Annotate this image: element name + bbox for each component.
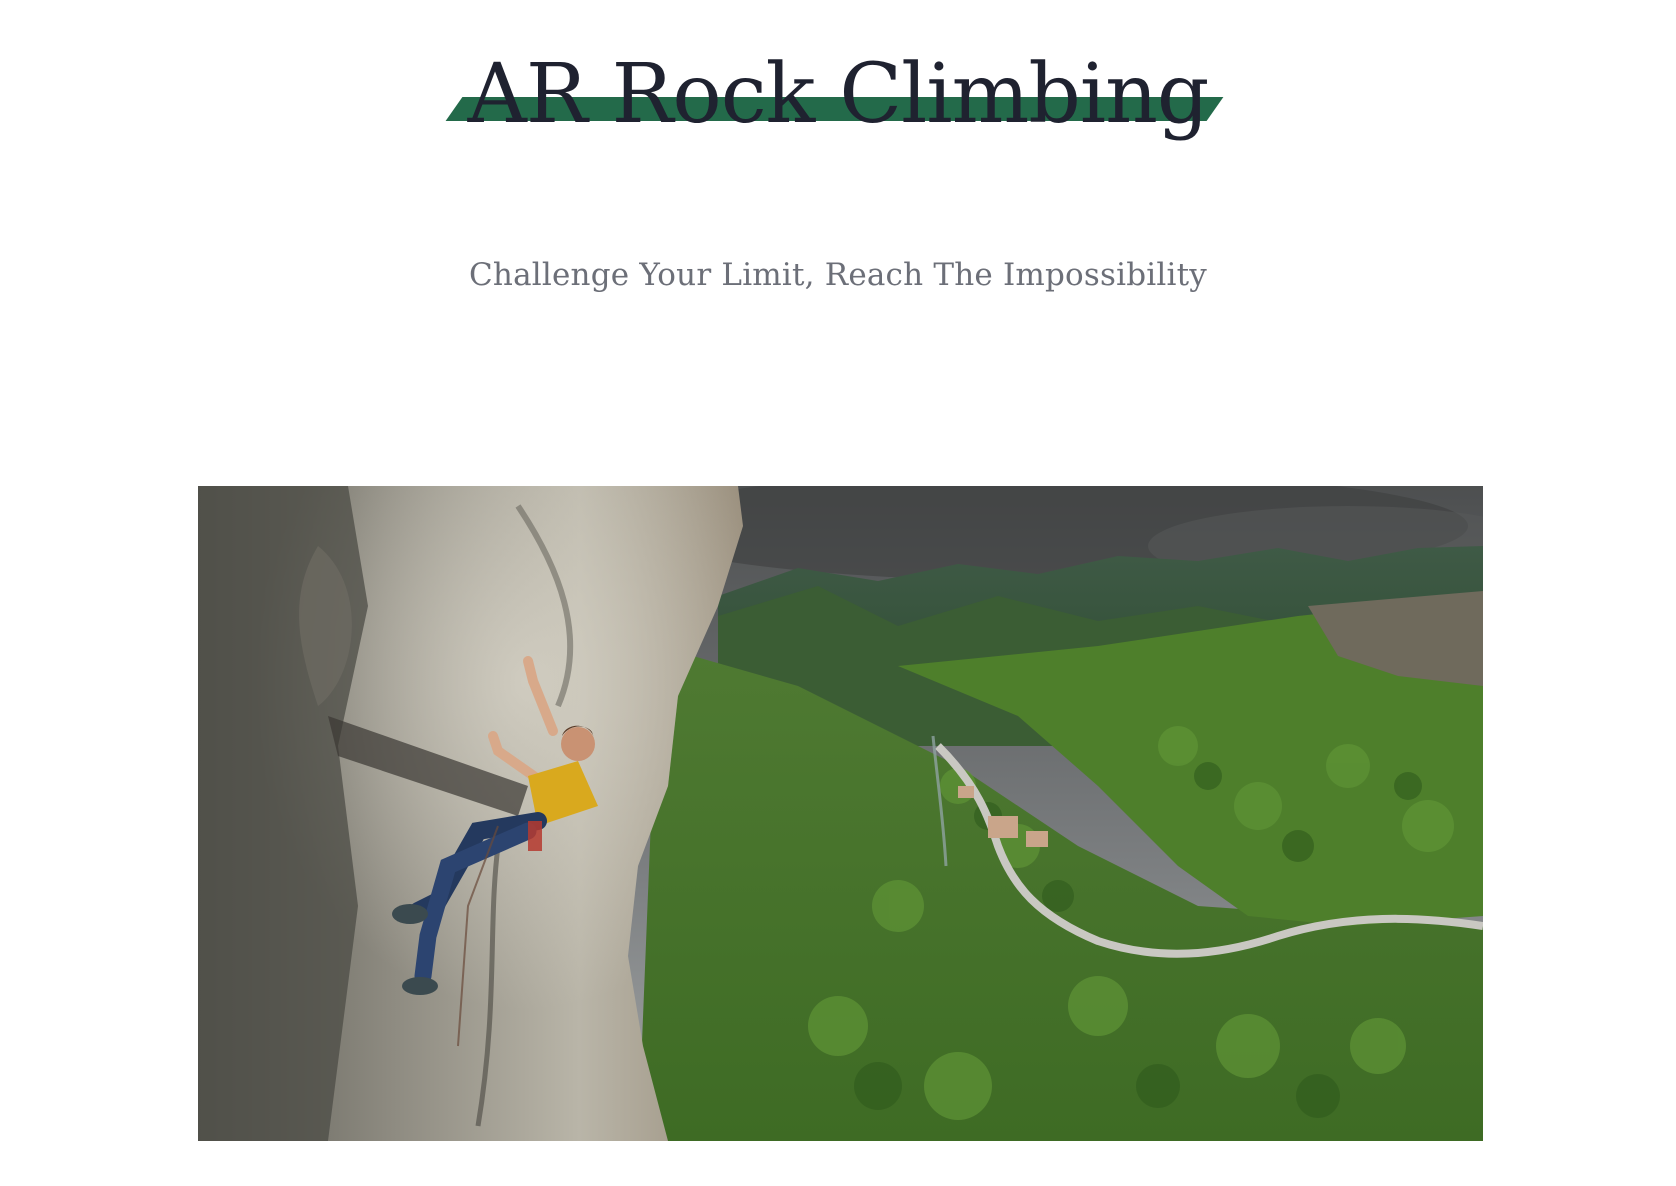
site-tagline: Challenge Your Limit, Reach The Impossib… xyxy=(468,257,1208,293)
hero-image xyxy=(198,486,1483,1141)
rock-climber-photo-icon xyxy=(198,486,1483,1141)
site-title-link[interactable]: AR Rock Climbing xyxy=(445,44,1223,147)
site-title: AR Rock Climbing xyxy=(467,47,1210,142)
site-branding: AR Rock Climbing xyxy=(0,44,1676,147)
page: AR Rock Climbing Challenge Your Limit, R… xyxy=(0,0,1676,1186)
